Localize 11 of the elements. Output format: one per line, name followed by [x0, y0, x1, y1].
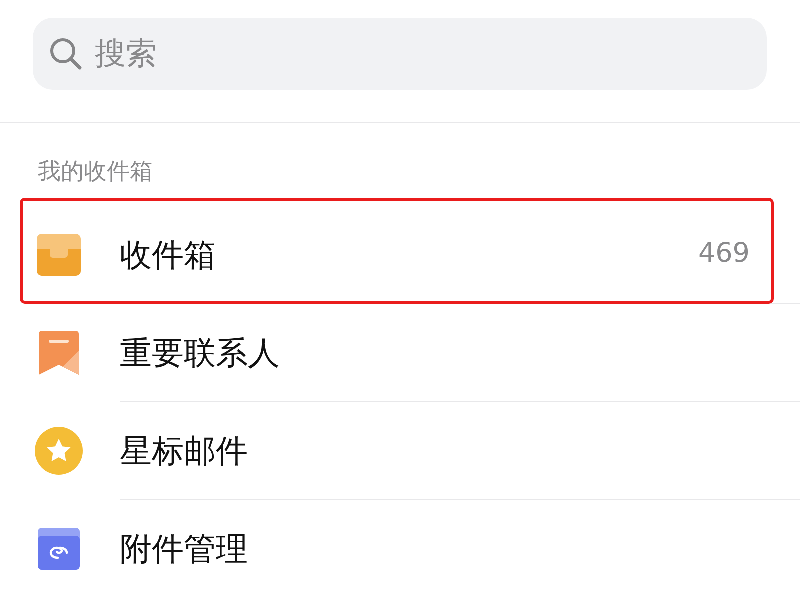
attachment-folder-icon [38, 528, 80, 570]
section-title: 我的收件箱 [37, 158, 154, 184]
inbox-tray-icon [37, 234, 81, 276]
search-icon [49, 37, 83, 71]
folder-label[interactable]: 重要联系人 [120, 328, 280, 376]
unread-count: 469 [698, 237, 750, 272]
bookmark-icon [39, 331, 79, 375]
folder-label[interactable]: 星标邮件 [120, 426, 248, 474]
folder-label[interactable]: 附件管理 [120, 525, 248, 573]
folder-label[interactable]: 收件箱 [120, 230, 216, 278]
search-field[interactable]: 搜索 [33, 18, 767, 90]
